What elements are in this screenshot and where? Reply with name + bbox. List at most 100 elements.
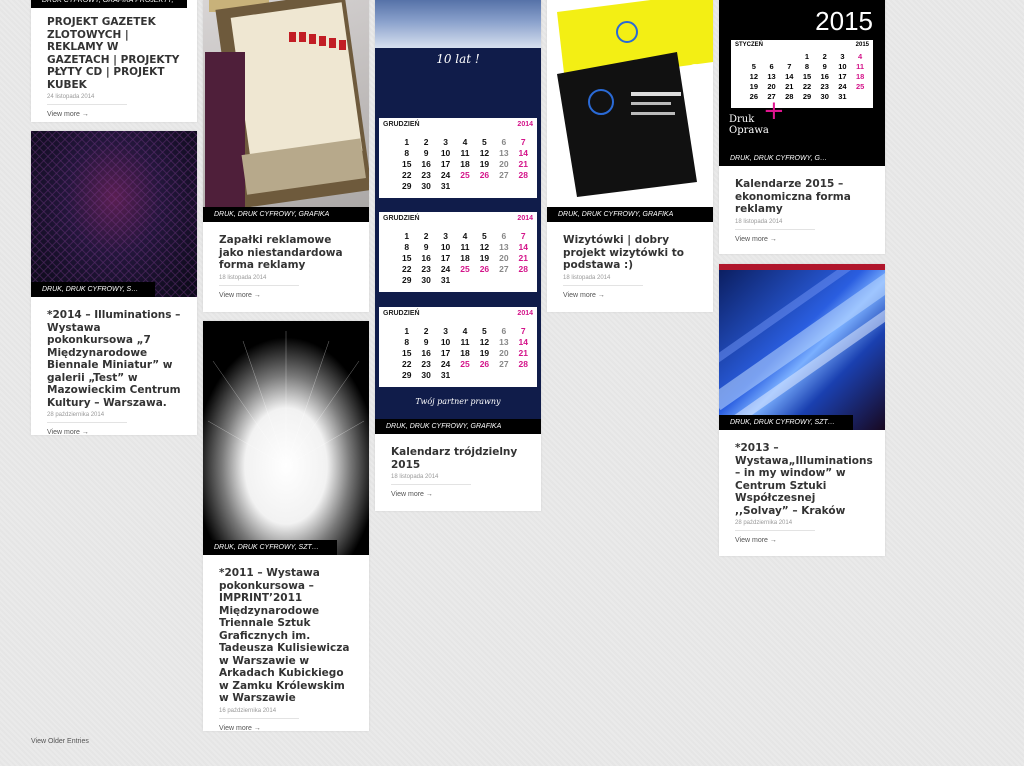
calendar-day: 6 — [769, 62, 774, 71]
post-title[interactable]: Kalendarze 2015 – ekonomiczna forma rekl… — [719, 166, 885, 216]
view-older-entries-link[interactable]: View Older Entries — [31, 738, 89, 745]
calendar-month: GRUDZIEŃ — [383, 310, 420, 317]
calendar-day: 7 — [520, 326, 526, 336]
calendar-year: 2014 — [517, 215, 533, 222]
calendar-days: 1 2 3 4 5 6 7 8 9 10 11 12 13 14 15 16 17 18 19 20 21 22 23 24 2… — [383, 326, 533, 381]
calendar-day: 28 — [518, 170, 529, 180]
post-title[interactable]: Kalendarz trójdzielny 2015 — [375, 434, 541, 471]
calendar-day: 24 — [440, 264, 451, 274]
post-card: 2015 STYCZEŃ 2015 1 2 3 4 5 6 7 8 9 10 11 12 13 14 15 16… — [719, 0, 885, 254]
post-title[interactable]: *2014 – Illuminations – Wystawa pokonkur… — [31, 297, 197, 409]
calendar-days: 1 2 3 4 5 6 7 8 9 10 11 12 13 14 15 16 17 18 19 20 21 22 23 24 2… — [383, 137, 533, 192]
calendar-day: 11 — [460, 242, 470, 252]
post-title[interactable]: Zapałki reklamowe jako niestandardowa fo… — [203, 222, 369, 272]
calendar-day: 21 — [785, 82, 794, 91]
view-more-link[interactable]: View more → — [31, 423, 197, 436]
calendar-day: 22 — [401, 359, 412, 369]
post-title[interactable]: *2011 – Wystawa pokonkursowa – IMPRINT’2… — [203, 555, 369, 705]
calendar-month: STYCZEŃ — [735, 42, 764, 48]
post-categories[interactable]: DRUK, DRUK CYFROWY, GRAFIKA — [547, 207, 713, 222]
post-card: DRUK, DRUK CYFROWY, GRAFIKA Zapałki rekl… — [203, 0, 369, 312]
calendar-day: 3 — [443, 137, 448, 147]
calendar-day: 4 — [462, 137, 468, 147]
post-date: 18 listopada 2014 — [735, 219, 815, 230]
calendar-day: 1 — [804, 52, 810, 61]
calendar-day: 13 — [499, 148, 509, 158]
view-more-link[interactable]: View more → — [719, 531, 885, 544]
tagline-text: Twój partner prawny — [415, 397, 501, 406]
view-more-link[interactable]: View more → — [719, 230, 885, 243]
abstract-blue-art-image — [719, 264, 885, 429]
post-thumbnail[interactable]: DRUK, DRUK CYFROWY, SZTUKA — [719, 264, 885, 430]
view-more-link[interactable]: View more → — [203, 286, 369, 299]
calendar-day: 9 — [423, 148, 429, 158]
calendar-day: 5 — [751, 62, 756, 71]
calendar-day: 19 — [479, 159, 490, 169]
calendar-day: 5 — [482, 231, 487, 241]
post-date: 18 listopada 2014 — [563, 275, 643, 286]
calendar-day: 29 — [401, 370, 412, 380]
calendar-day: 21 — [518, 348, 529, 358]
calendar-day: 5 — [482, 137, 487, 147]
view-more-link[interactable]: View more → — [547, 286, 713, 299]
post-thumbnail[interactable]: DRUK, DRUK CYFROWY, GRAFIKA — [203, 0, 369, 222]
post-date: 18 listopada 2014 — [391, 474, 471, 485]
calendar-day: 22 — [401, 170, 412, 180]
calendar-day: 13 — [767, 72, 776, 81]
calendar-day: 26 — [479, 264, 490, 274]
post-categories[interactable]: DRUK, DRUK CYFROWY, SZTUKA — [31, 282, 155, 297]
post-card: DRUK, DRUK CYFROWY, GRAFIKA Wizytówki | … — [547, 0, 713, 312]
calendar-day: 14 — [518, 337, 529, 347]
calendar-day: 15 — [401, 348, 412, 358]
post-title[interactable]: Wizytówki | dobry projekt wizytówki to p… — [547, 222, 713, 272]
brand-line-oprawa: Oprawa — [729, 125, 769, 136]
post-thumbnail[interactable]: DRUK, DRUK CYFROWY, GRAFIKA — [547, 0, 713, 222]
view-more-link[interactable]: View more → — [375, 485, 541, 498]
post-title[interactable]: *2013 – Wystawa„Illuminations – in my wi… — [719, 430, 885, 517]
view-more-link[interactable]: View more → — [203, 719, 369, 732]
calendar-day: 26 — [479, 170, 490, 180]
calendar-day: 29 — [802, 92, 812, 101]
calendar-day: 22 — [802, 82, 812, 91]
calendar-day: 31 — [440, 181, 451, 191]
calendar-day: 10 — [838, 62, 847, 71]
post-categories[interactable]: DRUK, DRUK CYFROWY, SZTUKA — [203, 540, 337, 555]
matchbooks-image — [205, 0, 369, 212]
calendar-day: 29 — [401, 181, 412, 191]
calendar-day: 21 — [518, 253, 529, 263]
calendar-day: 5 — [482, 326, 487, 336]
business-cards-image — [557, 0, 713, 197]
post-categories[interactable]: DRUK, DRUK CYFROWY, GRAFIKA — [203, 207, 369, 222]
post-thumbnail[interactable]: 10 lat ! GRUDZIEŃ 2014 1 2 3 4 5 6 7 8 9 10 11 12 13 1… — [375, 0, 541, 434]
calendar-day: 26 — [749, 92, 759, 101]
calendar-days: 1 2 3 4 5 6 7 8 9 10 11 12 13 14 15 16 17 18 19 20 21 22 23 24 2… — [735, 52, 869, 102]
post-thumbnail[interactable]: DRUK, DRUK CYFROWY, SZTUKA — [203, 321, 369, 555]
calendar-day: 27 — [499, 170, 509, 180]
calendar-day: 6 — [501, 137, 507, 147]
calendar-day: 30 — [421, 275, 431, 285]
calendar-day: 7 — [520, 231, 526, 241]
calendar-month: GRUDZIEŃ — [383, 121, 420, 128]
calendar-day: 1 — [404, 231, 410, 241]
calendar-year: 2014 — [517, 310, 533, 317]
post-thumbnail[interactable]: DRUK CYFROWY, GRAFIKA PROJEKTY, — [31, 0, 197, 8]
post-categories[interactable]: DRUK, DRUK CYFROWY, GRAFIKA — [719, 151, 843, 166]
calendar-day: 31 — [838, 92, 847, 101]
plus-icon: + — [763, 96, 785, 126]
calendar-day: 17 — [440, 253, 451, 263]
view-more-link[interactable]: View more → — [31, 105, 197, 118]
calendar-panel: GRUDZIEŃ 2014 1 2 3 4 5 6 7 8 9 10 11 12 13 14 15 16 17 18… — [379, 118, 537, 198]
calendar-day: 19 — [479, 253, 490, 263]
post-title[interactable]: PROJEKT GAZETEK ZLOTOWYCH | REKLAMY W GA… — [31, 8, 197, 91]
calendar-days: 1 2 3 4 5 6 7 8 9 10 11 12 13 14 15 16 17 18 19 20 21 22 23 24 2… — [383, 231, 533, 286]
post-categories[interactable]: DRUK CYFROWY, GRAFIKA PROJEKTY, — [31, 0, 188, 8]
post-categories[interactable]: DRUK, DRUK CYFROWY, GRAFIKA — [375, 419, 541, 434]
post-thumbnail[interactable]: 2015 STYCZEŃ 2015 1 2 3 4 5 6 7 8 9 10 11 12 13 14 15 16… — [719, 0, 885, 166]
calendar-day: 28 — [518, 359, 529, 369]
post-categories[interactable]: DRUK, DRUK CYFROWY, SZTUKA — [719, 415, 853, 430]
calendar-day: 18 — [460, 253, 470, 263]
calendar-day: 8 — [404, 242, 410, 252]
calendar-day: 3 — [443, 326, 448, 336]
calendar-day: 11 — [460, 148, 470, 158]
post-thumbnail[interactable]: DRUK, DRUK CYFROWY, SZTUKA — [31, 131, 197, 297]
